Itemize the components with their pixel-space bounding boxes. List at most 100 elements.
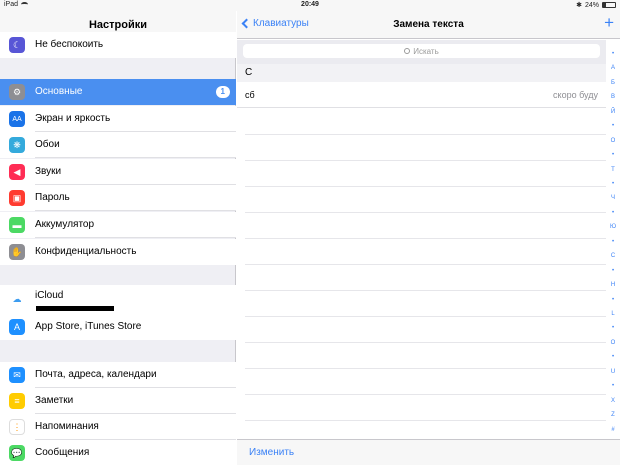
index-letter[interactable]: Т	[606, 166, 620, 174]
index-letter[interactable]: Ч	[606, 194, 620, 202]
appstore-icon: A	[9, 319, 25, 335]
cloud-icon: ☁	[9, 291, 25, 307]
index-letter[interactable]: #	[606, 426, 620, 434]
sidebar-item-privacy[interactable]: ✋ Конфиденциальность	[0, 239, 236, 265]
index-letter[interactable]: •	[606, 324, 620, 332]
index-letter[interactable]: •	[606, 267, 620, 275]
index-letter[interactable]: О	[606, 137, 620, 145]
status-time: 20:49	[301, 1, 319, 8]
notes-icon: ≡	[9, 393, 25, 409]
sidebar-item-label-text: Основные	[35, 86, 83, 97]
detail-nav-bar: Клавиатуры Замена текста +	[237, 11, 620, 39]
status-right: ✱ 24%	[576, 1, 616, 9]
index-letter[interactable]: •	[606, 382, 620, 390]
bluetooth-icon: ✱	[576, 2, 582, 9]
bottom-toolbar: Изменить	[237, 439, 620, 465]
sidebar-item-passcode[interactable]: ▣ Пароль	[0, 185, 236, 211]
index-letter[interactable]: Б	[606, 79, 620, 87]
notification-badge: 1	[215, 86, 230, 98]
status-bar: iPad 20:49 ✱ 24%	[0, 0, 620, 11]
wallpaper-icon: ❋	[9, 137, 25, 153]
sidebar-item-label: App Store, iTunes Store	[35, 321, 142, 332]
edit-button[interactable]: Изменить	[249, 447, 294, 458]
empty-row-divider	[245, 160, 606, 161]
index-letter[interactable]: •	[606, 180, 620, 188]
empty-row-divider	[245, 212, 606, 213]
index-letter[interactable]: Z	[606, 411, 620, 419]
index-letter[interactable]: •	[606, 296, 620, 304]
empty-row-divider	[245, 368, 606, 369]
search-input[interactable]: Искать	[243, 44, 600, 58]
redacted-account	[36, 306, 114, 311]
sidebar-item-label: Звуки	[35, 159, 236, 185]
empty-row-divider	[245, 264, 606, 265]
sidebar-item-label: Конфиденциальность	[35, 246, 137, 257]
sidebar-item-label: Сообщения	[35, 447, 90, 458]
index-letter[interactable]: В	[606, 93, 620, 101]
sidebar-item-display[interactable]: AA Экран и яркость	[0, 106, 236, 132]
sidebar-item-app-store[interactable]: A App Store, iTunes Store	[0, 314, 236, 340]
search-placeholder: Искать	[413, 46, 439, 56]
sidebar-item-reminders[interactable]: ⋮ Напоминания	[0, 414, 236, 440]
empty-row-divider	[245, 342, 606, 343]
section-index-bar[interactable]: • А Б В Й • О • Т • Ч • Ю • С • Н • L • О • U • X Z #	[606, 40, 620, 438]
sidebar-item-mail[interactable]: ✉ Почта, адреса, календари	[0, 362, 236, 388]
mail-icon: ✉	[9, 367, 25, 383]
sidebar-item-notes[interactable]: ≡ Заметки	[0, 388, 236, 414]
index-letter[interactable]: •	[606, 50, 620, 58]
empty-row-divider	[245, 238, 606, 239]
index-letter[interactable]: •	[606, 353, 620, 361]
search-icon	[404, 48, 411, 54]
empty-row-divider	[245, 290, 606, 291]
sidebar-item-label: Пароль	[35, 185, 236, 211]
battery-percent: 24%	[584, 1, 599, 9]
empty-row-divider	[245, 316, 606, 317]
sidebar-item-wallpaper[interactable]: ❋ Обои	[0, 132, 236, 158]
index-letter[interactable]: U	[606, 368, 620, 376]
index-letter[interactable]: •	[606, 122, 620, 130]
empty-row-divider	[245, 394, 606, 395]
messages-icon: 💬	[9, 445, 25, 461]
gear-icon: ⚙	[9, 84, 25, 100]
index-letter[interactable]: Ю	[606, 223, 620, 231]
sidebar-item-label: Почта, адреса, календари	[35, 362, 236, 388]
sidebar-item-do-not-disturb[interactable]: ☾ Не беспокоить	[0, 32, 236, 58]
index-letter[interactable]: •	[606, 151, 620, 159]
section-header: С	[237, 64, 606, 82]
sidebar-item-label: Основные 1	[35, 79, 236, 105]
brightness-icon: AA	[9, 111, 25, 127]
index-letter[interactable]: А	[606, 64, 620, 72]
index-letter[interactable]: •	[606, 209, 620, 217]
index-letter[interactable]: •	[606, 238, 620, 246]
moon-icon: ☾	[9, 37, 25, 53]
battery-icon	[602, 2, 616, 8]
sidebar-item-battery[interactable]: ▬ Аккумулятор	[0, 212, 236, 238]
index-letter[interactable]: L	[606, 310, 620, 318]
index-letter[interactable]: С	[606, 252, 620, 260]
page-title: Замена текста	[393, 19, 464, 30]
sidebar-item-general[interactable]: ⚙ Основные 1	[0, 79, 236, 105]
speaker-icon: ◀	[9, 164, 25, 180]
empty-row-divider	[245, 134, 606, 135]
reminders-icon: ⋮	[9, 419, 25, 435]
sidebar-item-label: Не беспокоить	[35, 39, 104, 50]
sidebar-item-label: Напоминания	[35, 414, 236, 440]
search-bar: Искать	[237, 40, 606, 64]
sidebar-item-label: Обои	[35, 132, 236, 158]
index-letter[interactable]: О	[606, 339, 620, 347]
sidebar-item-sounds[interactable]: ◀ Звуки	[0, 159, 236, 185]
phrase-text: скоро буду	[553, 90, 598, 100]
empty-row-divider	[245, 420, 606, 421]
sidebar-item-messages[interactable]: 💬 Сообщения	[0, 440, 236, 465]
sidebar-item-label: Экран и яркость	[35, 106, 236, 132]
shortcut-text: сб	[245, 90, 255, 100]
settings-sidebar: Настройки ☾ Не беспокоить ⚙ Основные 1 A…	[0, 0, 236, 465]
empty-row-divider	[245, 186, 606, 187]
sidebar-item-label: Заметки	[35, 388, 236, 414]
add-button[interactable]: +	[604, 14, 614, 31]
replacement-row[interactable]: сб скоро буду	[237, 82, 606, 108]
battery-icon: ▬	[9, 217, 25, 233]
index-letter[interactable]: Й	[606, 108, 620, 116]
index-letter[interactable]: X	[606, 397, 620, 405]
index-letter[interactable]: Н	[606, 281, 620, 289]
